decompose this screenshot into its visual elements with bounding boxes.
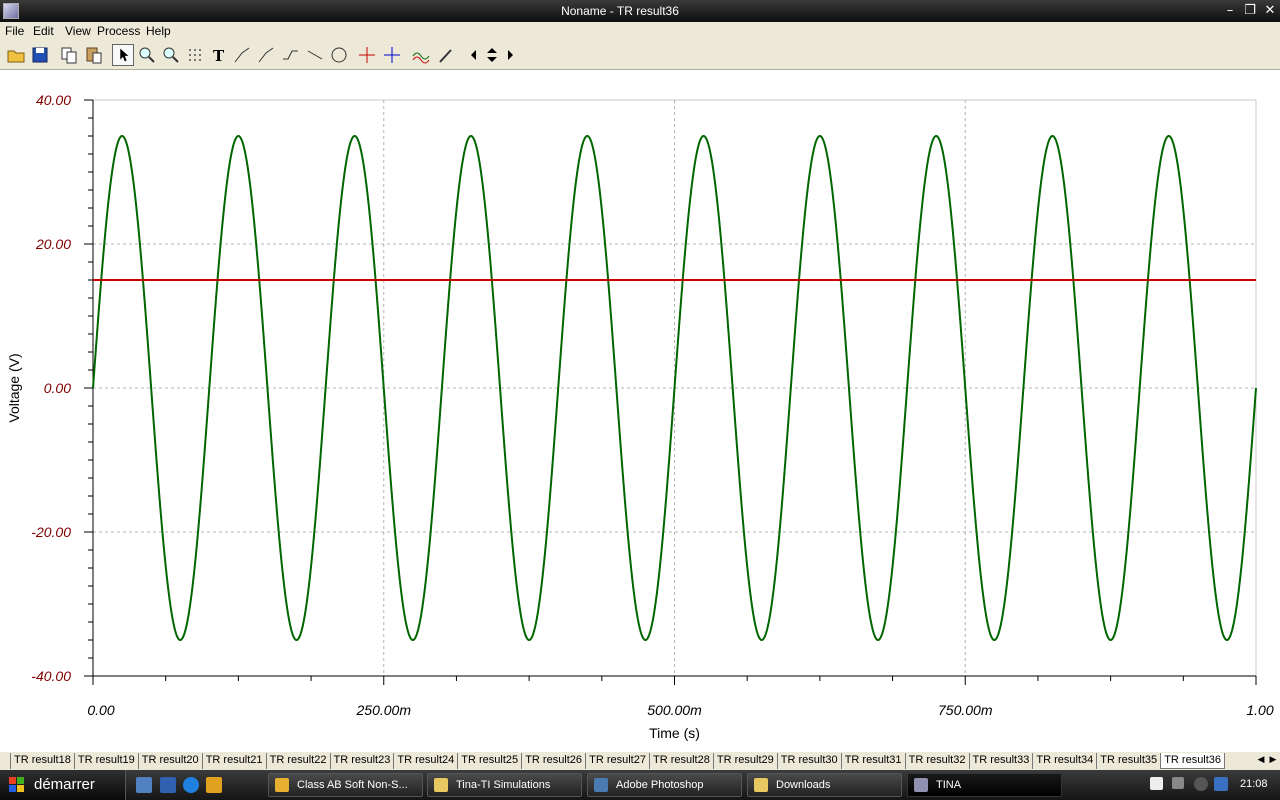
menu-file[interactable]: File: [5, 24, 24, 38]
y-tick-label: -40.00: [31, 668, 71, 684]
tab-tr-result23[interactable]: TR result23: [329, 753, 394, 769]
scroll-updown-icon[interactable]: [481, 44, 503, 66]
taskbar-item-label: TINA: [936, 779, 962, 791]
tab-tr-result19[interactable]: TR result19: [73, 753, 138, 769]
x-tick-label: 1.00: [1246, 702, 1273, 718]
tab-tr-result27[interactable]: TR result27: [585, 753, 649, 769]
menu-view[interactable]: View: [65, 24, 91, 38]
x-tick-label: 750.00m: [938, 702, 993, 718]
zoom-in-icon[interactable]: [136, 44, 158, 66]
paste-icon[interactable]: [83, 44, 105, 66]
tina-icon: [914, 778, 928, 792]
circle-icon[interactable]: [328, 44, 350, 66]
x-tick-label: 250.00m: [356, 702, 412, 718]
start-button[interactable]: démarrer: [0, 770, 126, 800]
chrome-icon: [275, 778, 289, 792]
menu-process[interactable]: Process: [97, 24, 140, 38]
tab-tr-result18[interactable]: TR result18: [10, 753, 74, 769]
menu-bar: File Edit View Process Help: [0, 22, 1280, 40]
line-icon[interactable]: [304, 44, 326, 66]
x-axis-title: Time (s): [649, 725, 700, 741]
y-tick-label: 40.00: [36, 92, 71, 108]
add-curve-icon[interactable]: [410, 44, 432, 66]
minimize-button[interactable]: –: [1221, 2, 1239, 20]
curve-tool-icon[interactable]: [232, 44, 254, 66]
cursor-a-icon[interactable]: [356, 44, 378, 66]
tab-tr-result21[interactable]: TR result21: [201, 753, 266, 769]
tray-icon[interactable]: [1172, 777, 1184, 789]
save-icon[interactable]: [29, 44, 51, 66]
tab-tr-result26[interactable]: TR result26: [521, 753, 585, 769]
tab-tr-result24[interactable]: TR result24: [393, 753, 457, 769]
window-title: Noname - TR result36: [561, 4, 679, 18]
quicklaunch-icon[interactable]: [160, 777, 176, 793]
x-tick-label: 0.00: [87, 702, 114, 718]
title-bar: Noname - TR result36 – ❐ ✕: [0, 0, 1280, 22]
taskbar: démarrer Class AB Soft Non-S... Tina-TI S…: [0, 770, 1280, 800]
copy-icon[interactable]: [58, 44, 80, 66]
y-tick-label: 20.00: [35, 236, 71, 252]
tab-tr-result33[interactable]: TR result33: [968, 753, 1033, 769]
start-label: démarrer: [34, 776, 95, 793]
windows-logo-icon: [9, 777, 24, 792]
result-tabs: TR result18 TR result19 TR result20 TR resu…: [0, 752, 1280, 770]
x-tick-label: 500.00m: [647, 702, 702, 718]
taskbar-item-label: Tina-TI Simulations: [456, 779, 551, 791]
tab-tr-result31[interactable]: TR result31: [840, 753, 905, 769]
media-player-icon[interactable]: [206, 777, 222, 793]
folder-icon: [754, 778, 768, 792]
cursor-b-icon[interactable]: [381, 44, 403, 66]
text-icon[interactable]: T: [208, 44, 230, 66]
pointer-icon[interactable]: [112, 44, 134, 66]
help-icon[interactable]: [1150, 777, 1163, 790]
network-icon[interactable]: [1214, 777, 1228, 791]
svg-text:T: T: [213, 47, 225, 65]
tab-scroll-left-icon[interactable]: ◀: [1256, 754, 1266, 766]
toolbar: T: [0, 40, 1280, 70]
taskbar-item-class-ab-soft-non-s[interactable]: Class AB Soft Non-S...: [268, 773, 423, 797]
photoshop-icon: [594, 778, 608, 792]
expand-tray-icon[interactable]: [1194, 777, 1208, 791]
tab-tr-result35[interactable]: TR result35: [1096, 753, 1160, 769]
scroll-left-icon[interactable]: [468, 44, 480, 66]
taskbar-item-label: Downloads: [776, 779, 831, 791]
y-tick-label: 0.00: [44, 380, 71, 396]
tab-scroll-right-icon[interactable]: ▶: [1268, 754, 1278, 766]
tab-tr-result22[interactable]: TR result22: [265, 753, 330, 769]
y-tick-label: -20.00: [31, 524, 71, 540]
taskbar-item-label: Adobe Photoshop: [616, 779, 704, 791]
close-button[interactable]: ✕: [1261, 2, 1279, 20]
curve-tool-2-icon[interactable]: [256, 44, 278, 66]
taskbar-item-downloads[interactable]: Downloads: [747, 773, 902, 797]
show-desktop-icon[interactable]: [136, 777, 152, 793]
taskbar-item-tina-ti-simulations[interactable]: Tina-TI Simulations: [427, 773, 582, 797]
tab-tr-result25[interactable]: TR result25: [457, 753, 521, 769]
chart[interactable]: 40.00 20.00 0.00 -20.00 -40.00 0.00 250.00m 500…: [0, 70, 1280, 752]
curve-tool-3-icon[interactable]: [280, 44, 302, 66]
tab-tr-result20[interactable]: TR result20: [137, 753, 202, 769]
y-axis-title: Voltage (V): [6, 353, 22, 422]
tab-tr-result36[interactable]: TR result36: [1160, 753, 1226, 769]
menu-edit[interactable]: Edit: [33, 24, 54, 38]
tab-tr-result30[interactable]: TR result30: [776, 753, 841, 769]
folder-icon: [434, 778, 448, 792]
clock: 21:08: [1240, 778, 1268, 790]
tab-tr-result29[interactable]: TR result29: [712, 753, 777, 769]
taskbar-item-tina[interactable]: TINA: [907, 773, 1062, 797]
zoom-100-icon[interactable]: [160, 44, 182, 66]
tab-tr-result28[interactable]: TR result28: [649, 753, 713, 769]
tab-tr-result32[interactable]: TR result32: [904, 753, 969, 769]
restore-button[interactable]: ❐: [1241, 2, 1259, 20]
tab-tr-result34[interactable]: TR result34: [1032, 753, 1096, 769]
grid-icon[interactable]: [185, 44, 207, 66]
scroll-right-icon[interactable]: [504, 44, 516, 66]
menu-help[interactable]: Help: [146, 24, 171, 38]
probe-icon[interactable]: [435, 44, 457, 66]
taskbar-item-label: Class AB Soft Non-S...: [297, 779, 408, 791]
taskbar-item-adobe-photoshop[interactable]: Adobe Photoshop: [587, 773, 742, 797]
open-icon[interactable]: [5, 44, 27, 66]
internet-explorer-icon[interactable]: [183, 777, 199, 793]
